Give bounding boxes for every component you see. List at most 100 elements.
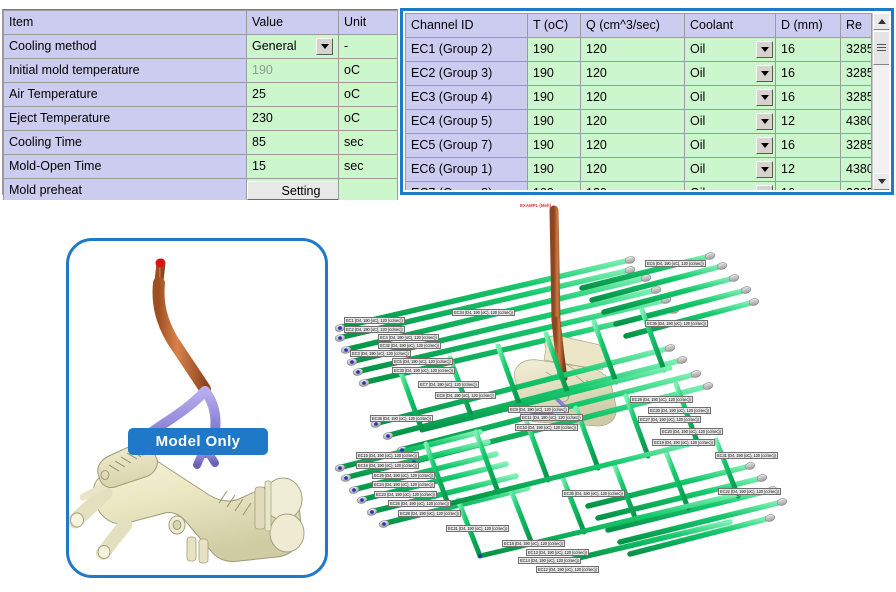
channel-annotation-label: EC9 (D4, 190 (oC), 120 (cc/sec)) <box>508 406 569 413</box>
table-row: Eject Temperature 230 oC <box>3 106 398 131</box>
channel-annotation-label: EC3b (D4, 190 (oC), 120 (cc/sec)) <box>562 490 625 497</box>
process-header-item: Item <box>3 10 247 35</box>
cooling-channel-scrollport: Channel ID T (oC) Q (cm^3/sec) Coolant D… <box>405 13 872 190</box>
scrollbar-thumb[interactable] <box>873 31 889 65</box>
channel-t-cell[interactable]: 190 <box>527 181 581 190</box>
row-label-initial-mold-temperature: Initial mold temperature <box>3 58 247 83</box>
channel-q-cell[interactable]: 120 <box>580 109 685 134</box>
channel-d-cell[interactable]: 16 <box>775 61 841 86</box>
scroll-up-arrow-icon[interactable] <box>873 13 889 30</box>
cooling-channel-3d-view[interactable]: EXAMPL (Melt) EC1 (D4, 190 (oC), 120 (cc… <box>330 200 896 592</box>
scroll-down-arrow-icon[interactable] <box>873 173 889 190</box>
channel-id-cell: EC5 (Group 7) <box>405 133 528 158</box>
channel-q-cell[interactable]: 120 <box>580 133 685 158</box>
setting-button[interactable]: Setting <box>247 181 338 200</box>
channel-header-t: T (oC) <box>527 13 581 38</box>
cooling-channel-table-panel: Channel ID T (oC) Q (cm^3/sec) Coolant D… <box>400 8 894 195</box>
channel-d-cell[interactable]: 12 <box>775 109 841 134</box>
channel-d-cell[interactable]: 16 <box>775 85 841 110</box>
channel-coolant-value: Oil <box>690 138 706 152</box>
channel-header-re: Re <box>840 13 872 38</box>
eject-temperature-input[interactable]: 230 <box>246 106 339 131</box>
channel-annotation-label: EC18 (D4, 190 (oC), 120 (cc/sec)) <box>502 540 565 547</box>
channel-t-cell[interactable]: 190 <box>527 133 581 158</box>
channel-id-cell: EC3 (Group 4) <box>405 85 528 110</box>
chevron-down-icon[interactable] <box>756 161 773 178</box>
cooling-method-select-cell[interactable]: General <box>246 34 339 59</box>
channel-t-cell[interactable]: 190 <box>527 157 581 182</box>
channel-d-cell[interactable]: 16 <box>775 37 841 62</box>
process-parameter-table: Item Value Unit Cooling method General - <box>2 9 398 203</box>
channel-annotation-label: EC35 (D4, 190 (oC), 120 (cc/sec)) <box>645 320 708 327</box>
air-temperature-input[interactable]: 25 <box>246 82 339 107</box>
channel-annotation-label: EC12 (D4, 190 (oC), 120 (cc/sec)) <box>536 566 599 573</box>
channel-d-cell[interactable]: 16 <box>775 181 841 190</box>
chevron-down-icon[interactable] <box>756 89 773 106</box>
channel-d-cell[interactable]: 16 <box>775 133 841 158</box>
unit-mold-preheat <box>338 178 398 203</box>
channel-annotation-label: EC7 (D4, 190 (oC), 120 (cc/sec)) <box>418 381 479 388</box>
melt-inlet-label: EXAMPL (Melt) <box>520 203 552 208</box>
channel-annotation-label: EC21 (D4, 190 (oC), 120 (cc/sec)) <box>446 525 509 532</box>
channel-q-cell[interactable]: 120 <box>580 61 685 86</box>
table-row: Initial mold temperature 190 oC <box>3 58 398 83</box>
channel-coolant-cell[interactable]: Oil <box>684 61 776 86</box>
channel-table-scrollbar[interactable] <box>872 13 889 190</box>
channel-coolant-value: Oil <box>690 90 706 104</box>
channel-annotation-label: EC6 (D4, 190 (oC), 120 (cc/sec)) <box>645 260 706 267</box>
channel-q-cell[interactable]: 120 <box>580 85 685 110</box>
channel-d-cell[interactable]: 12 <box>775 157 841 182</box>
channel-table-body: EC1 (Group 2)190120Oil163285,28EC2 (Grou… <box>405 37 872 190</box>
channel-q-cell[interactable]: 120 <box>580 157 685 182</box>
channel-annotation-label: EC23 (D4, 190 (oC), 120 (cc/sec)) <box>374 491 437 498</box>
channel-id-cell: EC4 (Group 5) <box>405 109 528 134</box>
channel-header-id: Channel ID <box>405 13 528 38</box>
row-label-air-temperature: Air Temperature <box>3 82 247 107</box>
channel-annotation-label: EC29 (D4, 190 (oC), 120 (cc/sec)) <box>630 396 693 403</box>
channel-annotation-label: EC19 (D4, 190 (oC), 120 (cc/sec)) <box>652 439 715 446</box>
chevron-down-icon[interactable] <box>756 137 773 154</box>
chevron-down-icon[interactable] <box>756 113 773 130</box>
model-only-panel[interactable] <box>66 238 328 578</box>
chevron-down-icon[interactable] <box>756 185 773 190</box>
process-header-unit: Unit <box>338 10 398 35</box>
table-row: EC5 (Group 7)190120 Oil 163285,28 <box>405 133 872 158</box>
channel-annotation-label: EC24 (D4, 190 (oC), 120 (cc/sec)) <box>372 481 435 488</box>
channel-annotation-label: EC33 (D4, 190 (oC), 120 (cc/sec)) <box>392 367 455 374</box>
channel-annotation-label: EC28 (D4, 190 (oC), 120 (cc/sec)) <box>398 510 461 517</box>
channel-coolant-value: Oil <box>690 66 706 80</box>
channel-annotation-label: EC15 (D4, 190 (oC), 120 (cc/sec)) <box>356 452 419 459</box>
mold-open-time-input[interactable]: 15 <box>246 154 339 179</box>
channel-t-cell[interactable]: 190 <box>527 61 581 86</box>
channel-t-cell[interactable]: 190 <box>527 37 581 62</box>
channel-header-coolant: Coolant <box>684 13 776 38</box>
table-row: EC6 (Group 1)190120 Oil 124380,37 <box>405 157 872 182</box>
row-label-eject-temperature: Eject Temperature <box>3 106 247 131</box>
channel-coolant-cell[interactable]: Oil <box>684 157 776 182</box>
unit-air-temperature: oC <box>338 82 398 107</box>
channel-re-cell: 3285,28 <box>840 181 872 190</box>
channel-coolant-cell[interactable]: Oil <box>684 85 776 110</box>
channel-q-cell[interactable]: 120 <box>580 37 685 62</box>
channel-re-cell: 3285,28 <box>840 85 872 110</box>
channel-t-cell[interactable]: 190 <box>527 109 581 134</box>
channel-coolant-cell[interactable]: Oil <box>684 181 776 190</box>
chevron-down-icon[interactable] <box>756 41 773 58</box>
channel-annotation-label: EC20 (D4, 190 (oC), 120 (cc/sec)) <box>660 428 723 435</box>
channel-coolant-cell[interactable]: Oil <box>684 109 776 134</box>
channel-re-cell: 4380,37 <box>840 109 872 134</box>
cooling-time-input[interactable]: 85 <box>246 130 339 155</box>
chevron-down-icon[interactable] <box>756 65 773 82</box>
table-row: Air Temperature 25 oC <box>3 82 398 107</box>
channel-q-cell[interactable]: 120 <box>580 181 685 190</box>
channel-t-cell[interactable]: 190 <box>527 85 581 110</box>
table-row: EC1 (Group 2)190120 Oil 163285,28 <box>405 37 872 62</box>
channel-annotation-label: EC16 (D4, 190 (oC), 120 (cc/sec)) <box>356 462 419 469</box>
channel-coolant-cell[interactable]: Oil <box>684 133 776 158</box>
table-row: EC2 (Group 3)190120 Oil 163285,28 <box>405 61 872 86</box>
channel-annotation-label: EC11 (D4, 190 (oC), 120 (cc/sec)) <box>520 414 583 421</box>
chevron-down-icon[interactable] <box>316 38 333 55</box>
channel-coolant-cell[interactable]: Oil <box>684 37 776 62</box>
channel-coolant-value: Oil <box>690 162 706 176</box>
channel-annotation-label: EC2 (D4, 190 (oC), 120 (cc/sec)) <box>344 326 405 333</box>
